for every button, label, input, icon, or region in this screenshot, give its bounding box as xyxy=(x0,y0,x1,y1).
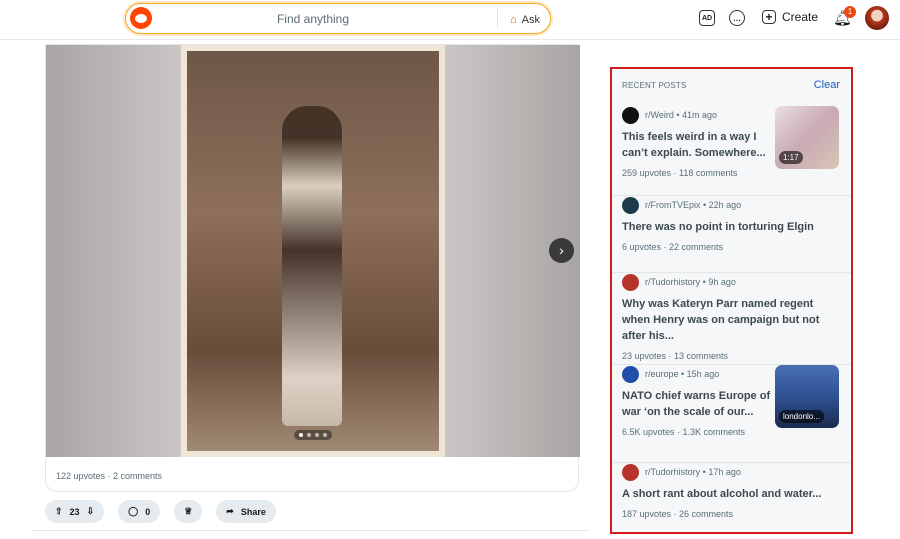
vote-count: 23 xyxy=(69,506,80,517)
recent-posts-panel: RECENT POSTS Clear r/Weird • 41m ago Thi… xyxy=(610,67,853,534)
subreddit-icon xyxy=(622,196,639,214)
post-title[interactable]: There was no point in torturing Elgin xyxy=(622,219,842,235)
recent-post-item[interactable]: r/FromTVEpix • 22h ago There was no poin… xyxy=(612,196,851,273)
share-button[interactable]: ➦ Share xyxy=(216,500,276,523)
post-stats: 23 upvotes · 13 comments xyxy=(622,351,729,361)
carousel-dots[interactable] xyxy=(294,430,332,440)
post-meta[interactable]: r/Tudorhistory • 17h ago xyxy=(645,467,741,477)
post-stats: 6 upvotes · 22 comments xyxy=(622,242,724,252)
create-label: Create xyxy=(782,10,819,24)
share-label: Share xyxy=(240,506,266,517)
recent-post-item[interactable]: r/Tudorhistory • 9h ago Why was Kateryn … xyxy=(612,273,851,365)
recent-post-item[interactable]: r/Weird • 41m ago This feels weird in a … xyxy=(612,106,851,196)
divider xyxy=(32,530,590,531)
advertise-icon[interactable]: AD xyxy=(699,10,715,26)
subreddit-icon xyxy=(622,463,639,481)
chat-icon[interactable]: … xyxy=(729,10,745,26)
award-icon: ♕ xyxy=(184,506,193,516)
subreddit-icon xyxy=(622,365,639,383)
create-button[interactable]: + Create xyxy=(762,10,818,24)
downvote-icon[interactable]: ⇩ xyxy=(87,506,95,517)
post-stats: 259 upvotes · 118 comments xyxy=(622,168,738,178)
share-icon: ➦ xyxy=(226,506,234,516)
subreddit-icon xyxy=(622,106,639,124)
comments-button[interactable]: ◯ 0 xyxy=(118,500,161,523)
post-title[interactable]: This feels weird in a way I can’t explai… xyxy=(622,129,774,161)
post-thumbnail[interactable]: 1:17 xyxy=(775,106,839,169)
post-title[interactable]: A short rant about alcohol and water... xyxy=(622,486,842,502)
comment-icon: ◯ xyxy=(128,506,139,516)
post-title[interactable]: Why was Kateryn Parr named regent when H… xyxy=(622,296,842,344)
post-title[interactable]: NATO chief warns Europe of war ‘on the s… xyxy=(622,388,774,420)
recent-posts-heading: RECENT POSTS xyxy=(622,81,687,90)
post-meta[interactable]: r/Weird • 41m ago xyxy=(645,110,717,120)
post-stats: 6.5K upvotes · 1.3K comments xyxy=(622,427,746,437)
user-avatar[interactable] xyxy=(865,6,889,30)
post-meta[interactable]: r/FromTVEpix • 22h ago xyxy=(645,200,741,210)
post-stats: 122 upvotes · 2 comments xyxy=(56,471,163,481)
next-image-button[interactable]: › xyxy=(549,238,574,263)
ask-label: Ask xyxy=(521,13,540,26)
notification-badge: 1 xyxy=(844,6,856,18)
top-bar: Find anything ⌂ Ask AD … + Create 🔔︎ 1 xyxy=(0,0,900,40)
post-media-carousel[interactable]: › xyxy=(46,45,580,457)
post-thumbnail[interactable]: londonlo... xyxy=(775,365,839,428)
ask-button[interactable]: ⌂ Ask xyxy=(497,9,550,28)
subreddit-icon xyxy=(622,273,639,291)
recent-post-item[interactable]: r/Tudorhistory • 17h ago A short rant ab… xyxy=(612,463,851,535)
post-stats: 187 upvotes · 26 comments xyxy=(622,509,734,519)
thumbnail-label: londonlo... xyxy=(779,410,824,423)
recent-post-item[interactable]: r/europe • 15h ago NATO chief warns Euro… xyxy=(612,365,851,463)
plus-icon: + xyxy=(762,10,776,24)
post-meta[interactable]: r/europe • 15h ago xyxy=(645,369,719,379)
ask-icon: ⌂ xyxy=(510,13,517,26)
search-bar[interactable]: Find anything ⌂ Ask xyxy=(125,3,551,34)
upvote-icon[interactable]: ⇧ xyxy=(55,506,63,517)
post-card: › 122 upvotes · 2 comments xyxy=(45,44,580,492)
post-image xyxy=(181,45,445,457)
clear-button[interactable]: Clear xyxy=(814,79,840,91)
search-input[interactable]: Find anything xyxy=(126,12,500,26)
award-button[interactable]: ♕ xyxy=(174,500,203,523)
thumbnail-label: 1:17 xyxy=(779,151,803,164)
vote-button-group: ⇧ 23 ⇩ xyxy=(45,500,105,523)
post-meta[interactable]: r/Tudorhistory • 9h ago xyxy=(645,277,736,287)
comment-count: 0 xyxy=(145,506,151,517)
